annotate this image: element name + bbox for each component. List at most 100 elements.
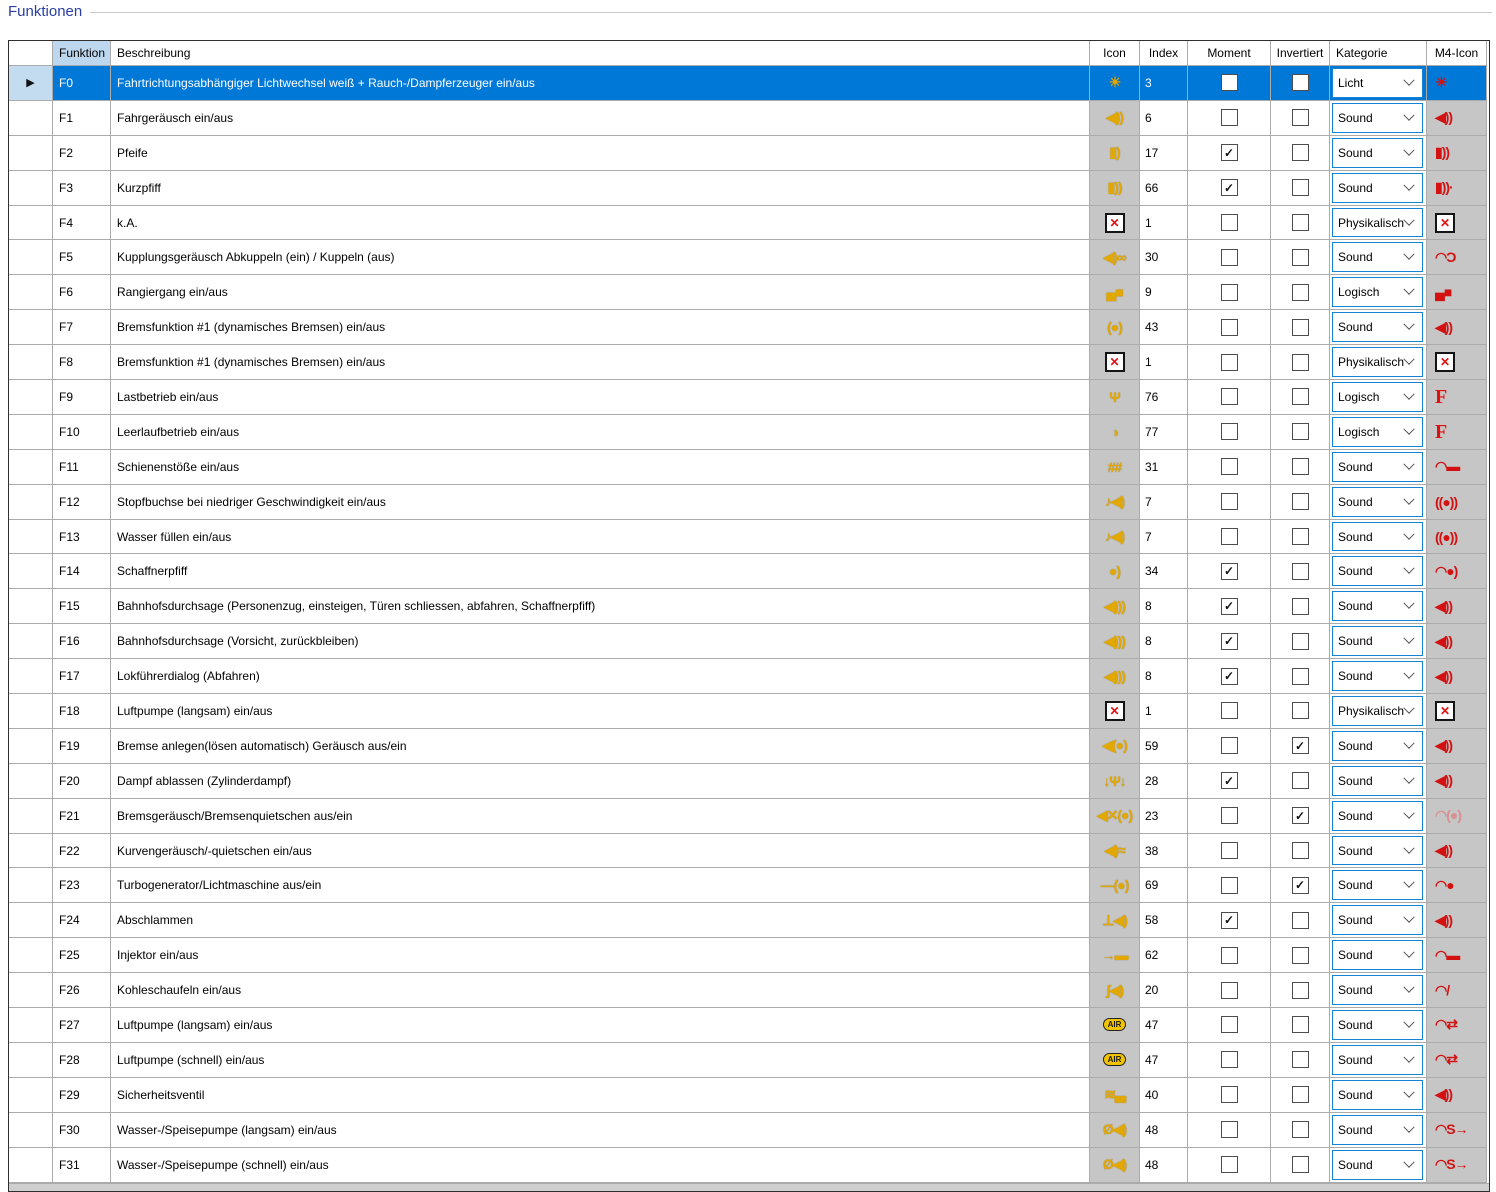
moment-checkbox[interactable] xyxy=(1220,528,1238,546)
invertiert-checkbox[interactable] xyxy=(1291,109,1309,127)
column-header-invertiert[interactable]: Invertiert xyxy=(1271,41,1330,66)
kategorie-dropdown[interactable]: Physikalisch xyxy=(1332,696,1423,726)
table-row[interactable]: F2 Pfeife ▮) 17 ✓ Sound ▮)) xyxy=(9,135,1489,171)
invertiert-checkbox[interactable] xyxy=(1291,1051,1309,1069)
row-selector[interactable] xyxy=(9,554,53,590)
invertiert-checkbox[interactable] xyxy=(1291,1016,1309,1034)
moment-checkbox[interactable] xyxy=(1220,318,1238,336)
invertiert-checkbox[interactable] xyxy=(1291,1156,1309,1174)
kategorie-dropdown[interactable]: Sound xyxy=(1332,591,1423,622)
row-selector[interactable] xyxy=(9,310,53,346)
invertiert-checkbox[interactable]: ✓ xyxy=(1291,807,1309,825)
invertiert-checkbox[interactable] xyxy=(1291,214,1309,231)
moment-checkbox[interactable] xyxy=(1220,283,1238,301)
row-selector[interactable] xyxy=(9,903,53,939)
row-selector[interactable] xyxy=(9,589,53,625)
invertiert-checkbox[interactable]: ✓ xyxy=(1291,876,1309,894)
table-row[interactable]: F16 Bahnhofsdurchsage (Vorsicht, zurückbl… xyxy=(9,624,1489,660)
kategorie-dropdown[interactable]: Sound xyxy=(1332,242,1423,273)
row-selector[interactable] xyxy=(9,205,53,241)
moment-checkbox[interactable]: ✓ xyxy=(1220,632,1238,650)
kategorie-dropdown[interactable]: Logisch xyxy=(1332,277,1423,308)
moment-checkbox[interactable] xyxy=(1220,109,1238,127)
kategorie-dropdown[interactable]: Sound xyxy=(1332,730,1423,761)
kategorie-dropdown[interactable]: Logisch xyxy=(1332,416,1423,447)
kategorie-dropdown[interactable]: Sound xyxy=(1332,940,1423,971)
row-selector[interactable] xyxy=(9,135,53,171)
table-row[interactable]: F5 Kupplungsgeräusch Abkuppeln (ein) / Ku… xyxy=(9,240,1489,276)
row-selector[interactable] xyxy=(9,1042,53,1078)
table-row[interactable]: F27 Luftpumpe (langsam) ein/aus AIR 47 Sound… xyxy=(9,1008,1489,1043)
invertiert-checkbox[interactable] xyxy=(1291,562,1309,580)
kategorie-dropdown[interactable]: Sound xyxy=(1332,661,1423,692)
kategorie-dropdown[interactable]: Sound xyxy=(1332,870,1423,901)
table-row[interactable]: F22 Kurvengeräusch/-quietschen ein/aus ◀)≈… xyxy=(9,833,1489,869)
kategorie-dropdown[interactable]: Sound xyxy=(1332,765,1423,796)
invertiert-checkbox[interactable] xyxy=(1291,632,1309,650)
row-selector[interactable] xyxy=(9,1112,53,1148)
row-selector[interactable] xyxy=(9,763,53,799)
moment-checkbox[interactable] xyxy=(1220,1051,1238,1069)
kategorie-dropdown[interactable]: Sound xyxy=(1332,172,1423,203)
moment-checkbox[interactable]: ✓ xyxy=(1220,144,1238,162)
kategorie-dropdown[interactable]: Sound xyxy=(1332,800,1423,831)
kategorie-dropdown[interactable]: Sound xyxy=(1332,1079,1423,1110)
moment-checkbox[interactable] xyxy=(1220,876,1238,894)
table-row[interactable]: F12 Stopfbuchse bei niedriger Geschwindig… xyxy=(9,484,1489,520)
column-header-funktion[interactable]: Funktion xyxy=(53,41,111,66)
invertiert-checkbox[interactable] xyxy=(1291,946,1309,964)
invertiert-checkbox[interactable] xyxy=(1291,179,1309,197)
row-selector[interactable] xyxy=(9,798,53,834)
kategorie-dropdown[interactable]: Physikalisch xyxy=(1332,347,1423,378)
table-row[interactable]: F31 Wasser-/Speisepumpe (schnell) ein/aus… xyxy=(9,1147,1489,1183)
invertiert-checkbox[interactable] xyxy=(1291,597,1309,615)
table-row[interactable]: F15 Bahnhofsdurchsage (Personenzug, einst… xyxy=(9,589,1489,625)
table-row[interactable]: F21 Bremsgeräusch/Bremsenquietschen aus/e… xyxy=(9,798,1489,834)
moment-checkbox[interactable] xyxy=(1220,493,1238,511)
row-selector[interactable] xyxy=(9,380,53,415)
moment-checkbox[interactable] xyxy=(1220,981,1238,999)
kategorie-dropdown[interactable]: Sound xyxy=(1332,451,1423,482)
moment-checkbox[interactable] xyxy=(1220,423,1238,441)
kategorie-dropdown[interactable]: Sound xyxy=(1332,556,1423,587)
invertiert-checkbox[interactable] xyxy=(1291,772,1309,790)
moment-checkbox[interactable] xyxy=(1220,458,1238,476)
invertiert-checkbox[interactable] xyxy=(1291,353,1309,371)
column-header-index[interactable]: Index xyxy=(1140,41,1188,66)
moment-checkbox[interactable]: ✓ xyxy=(1220,911,1238,929)
moment-checkbox[interactable] xyxy=(1220,842,1238,860)
kategorie-dropdown[interactable]: Sound xyxy=(1332,102,1423,133)
table-row[interactable]: F9 Lastbetrieb ein/aus Ψ 76 Logisch F xyxy=(9,380,1489,415)
kategorie-dropdown[interactable]: Sound xyxy=(1332,137,1423,168)
row-selector[interactable] xyxy=(9,1008,53,1043)
kategorie-dropdown[interactable]: Sound xyxy=(1332,312,1423,343)
horizontal-scrollbar[interactable] xyxy=(9,1182,1489,1191)
moment-checkbox[interactable]: ✓ xyxy=(1220,667,1238,685)
table-row[interactable]: F4 k.A. ✕ 1 Physikalisch ✕ xyxy=(9,205,1489,241)
row-selector[interactable] xyxy=(9,484,53,520)
row-selector[interactable] xyxy=(9,414,53,450)
table-row[interactable]: F26 Kohleschaufeln ein/aus ʃ◀) 20 Sound ◠/ xyxy=(9,973,1489,1009)
moment-checkbox[interactable]: ✓ xyxy=(1220,772,1238,790)
row-selector[interactable] xyxy=(9,449,53,485)
invertiert-checkbox[interactable] xyxy=(1291,423,1309,441)
invertiert-checkbox[interactable] xyxy=(1291,248,1309,266)
row-selector[interactable]: ▶ xyxy=(9,66,53,101)
column-header-beschreibung[interactable]: Beschreibung xyxy=(111,41,1090,66)
invertiert-checkbox[interactable] xyxy=(1291,667,1309,685)
moment-checkbox[interactable] xyxy=(1220,946,1238,964)
invertiert-checkbox[interactable] xyxy=(1291,318,1309,336)
invertiert-checkbox[interactable]: ✓ xyxy=(1291,737,1309,755)
kategorie-dropdown[interactable]: Sound xyxy=(1332,486,1423,517)
row-selector[interactable] xyxy=(9,275,53,311)
kategorie-dropdown[interactable]: Sound xyxy=(1332,975,1423,1006)
invertiert-checkbox[interactable] xyxy=(1291,981,1309,999)
invertiert-checkbox[interactable] xyxy=(1291,493,1309,511)
row-selector[interactable] xyxy=(9,868,53,904)
table-row[interactable]: F10 Leerlaufbetrieb ein/aus ◑ 77 Logisch F xyxy=(9,414,1489,450)
column-header-icon[interactable]: Icon xyxy=(1090,41,1140,66)
kategorie-dropdown[interactable]: Sound xyxy=(1332,1010,1423,1040)
moment-checkbox[interactable] xyxy=(1220,1086,1238,1104)
invertiert-checkbox[interactable] xyxy=(1291,283,1309,301)
row-selector[interactable] xyxy=(9,519,53,555)
